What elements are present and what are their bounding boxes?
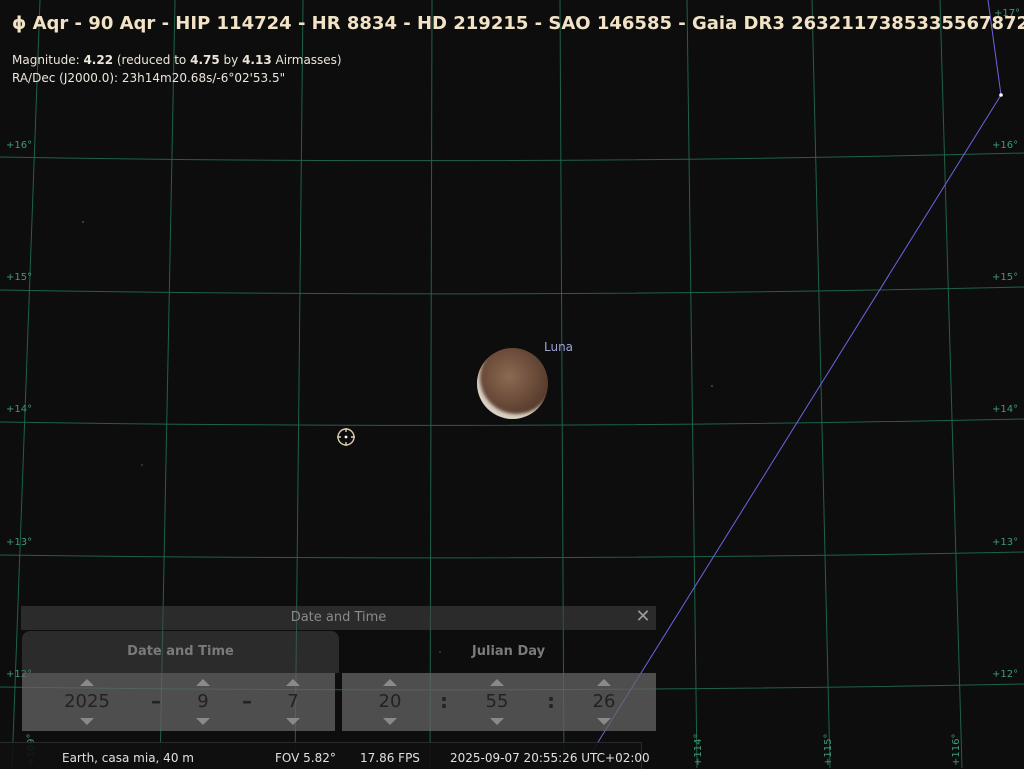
selection-marker-icon <box>337 428 355 446</box>
month-value[interactable]: 9 <box>182 691 224 712</box>
second-spinner[interactable]: 26 <box>583 673 625 731</box>
dialog-title: Date and Time <box>290 610 387 625</box>
tab-date-time[interactable]: Date and Time <box>22 631 339 673</box>
star-marker <box>999 93 1003 97</box>
dec-gridline <box>0 418 1024 426</box>
hour-value[interactable]: 20 <box>369 691 411 712</box>
moon-label: Luna <box>544 340 574 354</box>
day-value[interactable]: 7 <box>272 691 314 712</box>
dec-label: +13° <box>992 537 1019 548</box>
date-time-dialog: Date and Time ✕ Date and Time Julian Day… <box>21 606 656 731</box>
ra-label: +116° <box>951 733 962 766</box>
fov-label: FOV 5.82° <box>275 751 336 765</box>
faint-star <box>141 464 143 466</box>
date-separator: – <box>242 689 252 713</box>
chevron-up-icon[interactable] <box>80 679 94 686</box>
chevron-down-icon[interactable] <box>490 718 504 725</box>
status-bar: Earth, casa mia, 40 m FOV 5.82° 17.86 FP… <box>0 742 650 769</box>
datetime-label[interactable]: 2025-09-07 20:55:26 UTC+02:00 <box>450 751 650 765</box>
dec-label: +13° <box>6 537 33 548</box>
dec-label: +15° <box>6 272 33 283</box>
time-spinners: 20 : 55 : 26 <box>342 673 656 731</box>
minute-spinner[interactable]: 55 <box>476 673 518 731</box>
day-spinner[interactable]: 7 <box>272 673 314 731</box>
dec-label: +14° <box>992 404 1019 415</box>
hour-spinner[interactable]: 20 <box>369 673 411 731</box>
dialog-titlebar[interactable]: Date and Time ✕ <box>21 606 656 630</box>
ra-gridline <box>686 0 698 768</box>
dec-gridline <box>0 286 1024 295</box>
ra-label: +114° <box>693 733 704 766</box>
dec-gridline <box>0 551 1024 559</box>
dec-label: +14° <box>6 404 33 415</box>
faint-star <box>82 221 84 223</box>
ra-label: +115° <box>823 733 834 766</box>
moon[interactable] <box>477 348 548 419</box>
chevron-down-icon[interactable] <box>196 718 210 725</box>
ra-gridline <box>939 0 963 768</box>
faint-star <box>711 385 713 387</box>
date-spinners: 2025 – 9 – 7 <box>22 673 335 731</box>
location-label[interactable]: Earth, casa mia, 40 m <box>62 751 194 765</box>
chevron-down-icon[interactable] <box>286 718 300 725</box>
chevron-down-icon[interactable] <box>80 718 94 725</box>
dec-label: +15° <box>992 272 1019 283</box>
dec-label: +16° <box>992 140 1019 151</box>
dec-label: +12° <box>992 669 1019 680</box>
year-value[interactable]: 2025 <box>42 691 132 712</box>
chevron-up-icon[interactable] <box>383 679 397 686</box>
object-title: ϕ Aqr - 90 Aqr - HIP 114724 - HR 8834 - … <box>12 13 1024 34</box>
fps-label: 17.86 FPS <box>360 751 420 765</box>
chevron-up-icon[interactable] <box>597 679 611 686</box>
dec-label: +16° <box>6 140 33 151</box>
minute-value[interactable]: 55 <box>476 691 518 712</box>
radec-info: RA/Dec (J2000.0): 23h14m20.68s/-6°02'53.… <box>12 71 286 85</box>
close-icon[interactable]: ✕ <box>634 608 652 626</box>
year-spinner[interactable]: 2025 <box>42 673 132 731</box>
time-separator: : <box>440 689 448 713</box>
chevron-down-icon[interactable] <box>597 718 611 725</box>
time-separator: : <box>547 689 555 713</box>
second-value[interactable]: 26 <box>583 691 625 712</box>
dec-gridline <box>0 152 1024 162</box>
chevron-up-icon[interactable] <box>490 679 504 686</box>
tab-julian-day[interactable]: Julian Day <box>361 631 656 673</box>
magnitude-info: Magnitude: 4.22 (reduced to 4.75 by 4.13… <box>12 53 342 67</box>
date-separator: – <box>151 689 161 713</box>
month-spinner[interactable]: 9 <box>182 673 224 731</box>
chevron-up-icon[interactable] <box>286 679 300 686</box>
chevron-up-icon[interactable] <box>196 679 210 686</box>
chevron-down-icon[interactable] <box>383 718 397 725</box>
